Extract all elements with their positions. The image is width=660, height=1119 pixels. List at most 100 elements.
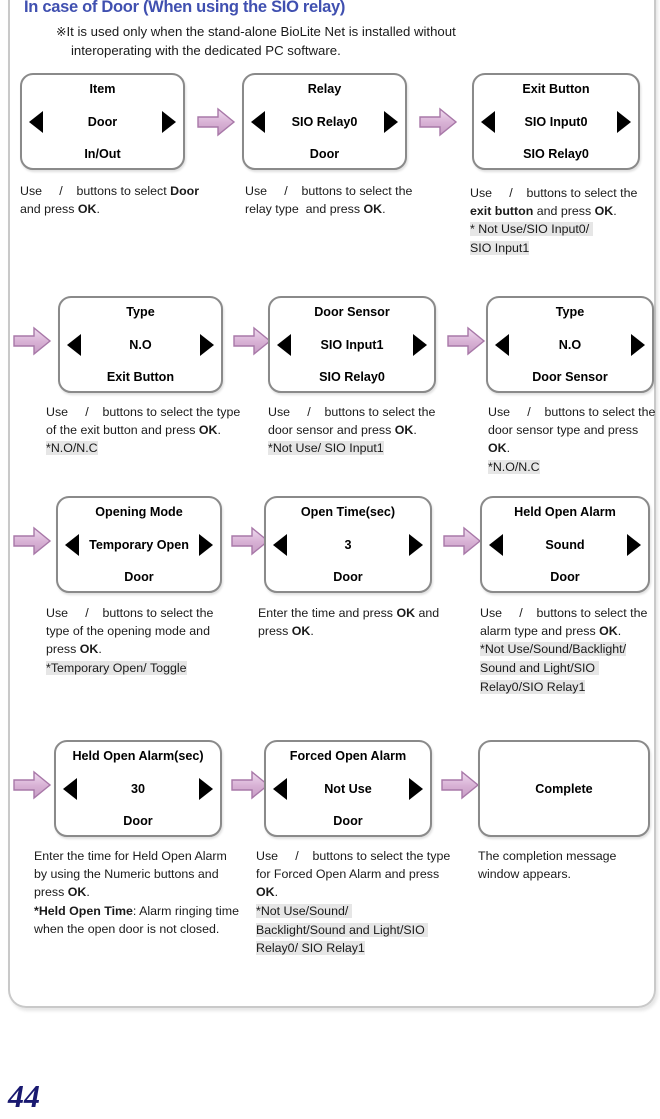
flow-arrow-right-icon [440, 769, 480, 801]
lcd-title: Item [89, 82, 116, 96]
triangle-left-icon[interactable] [29, 110, 43, 133]
caption-text: Use / buttons to select the door sensor … [488, 405, 656, 456]
lcd-screen-forced-open-alarm: Forced Open Alarm Not Use Door [264, 740, 432, 837]
step-caption: Enter the time for Held Open Alarm by us… [34, 847, 239, 938]
flow-arrow-right-icon [12, 769, 52, 801]
triangle-left-icon[interactable] [489, 533, 503, 556]
lcd-title: Type [555, 305, 585, 319]
lcd-title: Opening Mode [95, 505, 183, 519]
page-content: In case of Door (When using the SIO rela… [0, 0, 660, 1010]
lcd-value: 30 [130, 781, 145, 796]
page-note: ※It is used only when the stand-alone Bi… [56, 22, 596, 60]
lcd-value: 3 [344, 537, 352, 552]
lcd-value: N.O [558, 337, 582, 352]
triangle-left-icon[interactable] [481, 110, 495, 133]
lcd-screen-complete: Complete [478, 740, 650, 837]
lcd-value: SIO Relay0 [291, 114, 358, 129]
flow-arrow-right-icon [196, 106, 236, 138]
lcd-sub: SIO Relay0 [523, 147, 589, 161]
lcd-title: Held Open Alarm [514, 505, 616, 519]
lcd-value: SIO Input0 [524, 114, 588, 129]
caption-text: Enter the time and press OK and press OK… [258, 606, 440, 639]
lcd-screen-held-open-alarm: Held Open Alarm Sound Door [480, 496, 650, 593]
lcd-title: Held Open Alarm(sec) [72, 749, 204, 763]
caption-text: Use / buttons to select the type for For… [256, 849, 451, 900]
step-caption: Enter the time and press OK and press OK… [258, 604, 448, 640]
flow-arrow-right-icon [418, 106, 458, 138]
step-caption: Use / buttons to select the alarm type a… [480, 604, 660, 697]
triangle-right-icon[interactable] [617, 110, 631, 133]
triangle-right-icon[interactable] [409, 533, 423, 556]
flow-arrow-right-icon [232, 325, 272, 357]
triangle-left-icon[interactable] [277, 333, 291, 356]
triangle-left-icon[interactable] [273, 533, 287, 556]
triangle-right-icon[interactable] [631, 333, 645, 356]
triangle-right-icon[interactable] [200, 333, 214, 356]
caption-options: *N.O/N.C [46, 441, 98, 456]
triangle-left-icon[interactable] [65, 533, 79, 556]
triangle-left-icon[interactable] [63, 777, 77, 800]
lcd-sub: In/Out [84, 147, 121, 161]
lcd-screen-open-time: Open Time(sec) 3 Door [264, 496, 432, 593]
lcd-screen-opening-mode: Opening Mode Temporary Open Door [56, 496, 222, 593]
triangle-right-icon[interactable] [162, 110, 176, 133]
lcd-value: N.O [129, 337, 152, 352]
lcd-value: Not Use [324, 781, 372, 796]
step-caption: Use / buttons to select the door sensor … [488, 403, 660, 477]
page-number: 44 [8, 1078, 40, 1114]
lcd-sub: Door [333, 814, 363, 828]
caption-options: *Not Use/Sound/ Backlight/Sound and Ligh… [256, 903, 429, 956]
lcd-sub: Door [123, 814, 153, 828]
lcd-value: SIO Input1 [320, 337, 384, 352]
caption-options: *Not Use/ SIO Input1 [268, 441, 384, 456]
caption-options: *N.O/N.C [488, 459, 540, 474]
page-title: In case of Door (When using the SIO rela… [24, 0, 346, 16]
lcd-title: Open Time(sec) [300, 505, 396, 519]
lcd-title: Relay [307, 82, 342, 96]
lcd-value: Sound [545, 537, 585, 552]
step-caption: Use / buttons to select Door and press O… [20, 182, 205, 218]
triangle-right-icon[interactable] [627, 533, 641, 556]
lcd-screen-door-sensor: Door Sensor SIO Input1 SIO Relay0 [268, 296, 436, 393]
lcd-title: Forced Open Alarm [289, 749, 407, 763]
lcd-value: Door [87, 114, 118, 129]
triangle-left-icon[interactable] [67, 333, 81, 356]
step-caption: Use / buttons to select the type of the … [46, 403, 246, 458]
flow-arrow-right-icon [442, 525, 482, 557]
lcd-sub: Door [550, 570, 580, 584]
step-caption: Use / buttons to select the relay type a… [245, 182, 435, 218]
caption-text: Use / buttons to select Door and press O… [20, 184, 203, 217]
triangle-left-icon[interactable] [251, 110, 265, 133]
lcd-sub: SIO Relay0 [319, 370, 385, 384]
lcd-title: Door Sensor [314, 305, 390, 319]
lcd-sub: Door [333, 570, 363, 584]
lcd-screen-door-sensor-type: Type N.O Door Sensor [486, 296, 654, 393]
note-line-2: interoperating with the dedicated PC sof… [71, 43, 341, 59]
note-mark-icon: ※ [56, 25, 67, 39]
triangle-right-icon[interactable] [199, 777, 213, 800]
lcd-sub: Door [309, 147, 340, 161]
lcd-sub: Exit Button [106, 370, 175, 384]
caption-text: Use / buttons to select the type of the … [46, 405, 241, 438]
step-caption: Use / buttons to select the type for For… [256, 847, 462, 958]
lcd-value: Complete [535, 781, 593, 796]
step-caption: Use / buttons to select the type of the … [46, 604, 226, 678]
caption-text: The completion message window appears. [478, 849, 617, 882]
step-caption: Use / buttons to select the door sensor … [268, 403, 458, 458]
lcd-screen-relay: Relay SIO Relay0 Door [242, 73, 407, 170]
triangle-left-icon[interactable] [495, 333, 509, 356]
caption-options: *Not Use/Sound/Backlight/Sound and Light… [480, 642, 627, 695]
triangle-left-icon[interactable] [273, 777, 287, 800]
caption-text: Use / buttons to select the exit button … [470, 186, 638, 219]
lcd-title: Exit Button [522, 82, 590, 96]
step-caption: The completion message window appears. [478, 847, 658, 883]
manual-page: In case of Door (When using the SIO rela… [0, 0, 660, 1119]
triangle-right-icon[interactable] [199, 533, 213, 556]
step-caption: Use / buttons to select the exit button … [470, 184, 660, 258]
triangle-right-icon[interactable] [413, 333, 427, 356]
triangle-right-icon[interactable] [409, 777, 423, 800]
triangle-right-icon[interactable] [384, 110, 398, 133]
caption-text: Use / buttons to select the relay type a… [245, 184, 413, 217]
lcd-screen-exit-button: Exit Button SIO Input0 SIO Relay0 [472, 73, 640, 170]
flow-arrow-right-icon [446, 325, 486, 357]
